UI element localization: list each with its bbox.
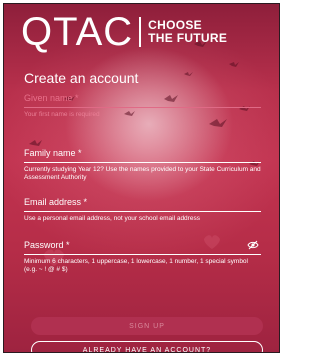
given-name-field[interactable]: Given name * Your first name is required [24, 93, 261, 119]
given-name-label: Given name * [24, 93, 79, 103]
hide-password-icon[interactable] [247, 240, 259, 250]
email-field[interactable]: Email address * Use a personal email add… [24, 197, 261, 223]
email-label: Email address * [24, 197, 88, 207]
family-name-label: Family name * [24, 148, 82, 158]
email-help: Use a personal email address, not your s… [24, 215, 200, 222]
logo-divider [139, 17, 142, 47]
signup-screen: QTAC CHOOSE THE FUTURE Create an account… [3, 3, 280, 353]
given-name-underline [24, 107, 261, 108]
family-name-underline [24, 162, 261, 163]
password-help: Minimum 6 characters, 1 uppercase, 1 low… [24, 258, 248, 273]
page-title: Create an account [24, 70, 139, 86]
qtac-logo: QTAC CHOOSE THE FUTURE [21, 12, 227, 52]
login-button[interactable]: ALREADY HAVE AN ACCOUNT? [31, 341, 263, 352]
family-name-help: Currently studying Year 12? Use the name… [24, 166, 261, 181]
given-name-error: Your first name is required [24, 111, 100, 118]
logo-wordmark: QTAC [21, 10, 134, 54]
password-label: Password * [24, 240, 70, 250]
logo-tagline: CHOOSE THE FUTURE [148, 19, 227, 45]
sign-up-button[interactable]: SIGN UP [31, 317, 263, 335]
email-underline [24, 211, 261, 212]
password-underline [24, 254, 261, 255]
logo-tagline-line2: THE FUTURE [148, 31, 228, 45]
password-field[interactable]: Password * Minimum 6 characters, 1 upper… [24, 240, 261, 274]
family-name-field[interactable]: Family name * Currently studying Year 12… [24, 148, 261, 182]
